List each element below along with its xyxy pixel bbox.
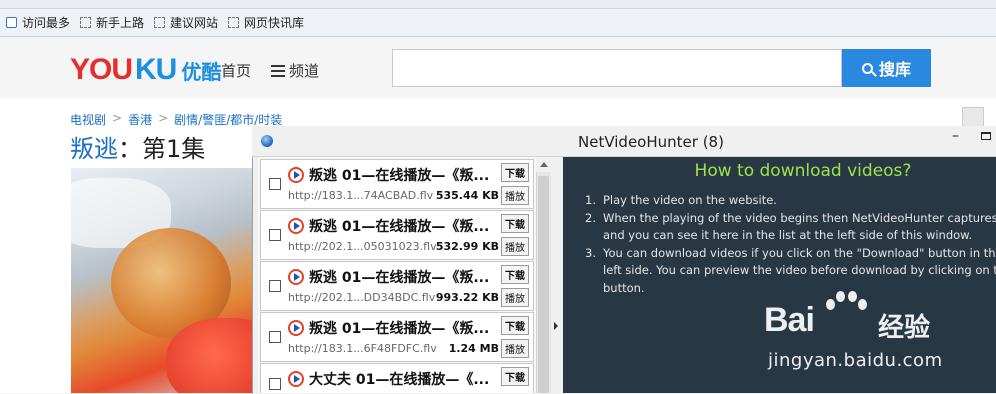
minimize-button[interactable]: – <box>952 128 959 144</box>
video-title: 叛逃 01—在线播放—《叛... <box>309 168 490 184</box>
play-icon <box>288 269 304 285</box>
play-button[interactable]: 播放 <box>501 288 529 307</box>
download-button[interactable]: 下载 <box>501 163 529 182</box>
select-checkbox[interactable] <box>269 378 281 390</box>
list-item: 叛逃 01—在线播放—《叛... http://183.1...6F48FDFC… <box>260 312 534 362</box>
list-item: 叛逃 01—在线播放—《叛... http://183.1...74ACBAD.… <box>260 159 534 209</box>
download-button[interactable]: 下载 <box>501 367 529 386</box>
nav-channel-label: 频道 <box>289 62 320 80</box>
help-step: 3. You can download videos if you click … <box>585 245 996 298</box>
play-button[interactable]: 播放 <box>501 237 529 256</box>
download-button[interactable]: 下载 <box>501 214 529 233</box>
help-step: 1. Play the video on the website. <box>585 192 996 210</box>
step-number: 1. <box>585 193 596 207</box>
bookmark-icon <box>154 17 166 28</box>
video-title: 大丈夫 01—在线播放—《... <box>309 372 490 388</box>
help-step: 2. When the playing of the video begins … <box>585 210 996 245</box>
select-checkbox[interactable] <box>269 229 281 241</box>
list-item: 叛逃 01—在线播放—《叛... http://202.1...05031023… <box>260 210 534 260</box>
breadcrumb: 电视剧 > 香港 > 剧情/警匪/都市/时装 <box>70 111 282 128</box>
bookmark-web-slice-gallery[interactable]: 网页快讯库 <box>228 14 304 31</box>
help-steps: 1. Play the video on the website. 2. Whe… <box>585 192 996 297</box>
play-icon <box>288 218 304 234</box>
play-icon <box>288 167 304 183</box>
list-item: 叛逃 01—在线播放—《叛... http://202.1...DD34BDC.… <box>260 261 534 311</box>
bookmark-label: 网页快讯库 <box>244 16 305 30</box>
breadcrumb-item[interactable]: 香港 <box>128 111 152 128</box>
play-icon <box>288 371 304 387</box>
maximize-button[interactable] <box>981 132 991 140</box>
video-size: 993.22 KB <box>435 291 499 304</box>
select-checkbox[interactable] <box>269 280 281 292</box>
logo-text-ku: KU <box>135 53 177 86</box>
video-title: 叛逃 01—在线播放—《叛... <box>309 219 490 235</box>
watermark-label: 经验 <box>878 313 931 343</box>
video-player[interactable] <box>71 168 252 393</box>
select-checkbox[interactable] <box>269 331 281 343</box>
search-input[interactable] <box>392 49 842 87</box>
download-button[interactable]: 下载 <box>501 265 529 284</box>
breadcrumb-item[interactable]: 电视剧 <box>70 111 106 128</box>
play-button[interactable]: 播放 <box>501 186 529 205</box>
step-text: Play the video on the website. <box>603 193 777 207</box>
list-item: 大丈夫 01—在线播放—《... 下载 <box>260 363 534 393</box>
bookmark-suggested-sites[interactable]: 建议网站 <box>154 14 218 31</box>
panel-splitter[interactable] <box>551 157 562 393</box>
step-text: You can download videos if you click on … <box>603 245 996 295</box>
video-url: http://202.1...DD34BDC.flv <box>288 291 436 304</box>
youku-logo[interactable]: YOU KU 优酷 <box>70 53 221 87</box>
episode-label: ：第1集 <box>118 135 206 163</box>
scroll-thumb[interactable] <box>538 176 549 393</box>
step-text: When the playing of the video begins the… <box>603 210 996 243</box>
bookmark-most-visited[interactable]: 访问最多 <box>6 14 70 31</box>
select-checkbox[interactable] <box>269 178 281 190</box>
video-title: 叛逃 01—在线播放—《叛... <box>309 321 490 337</box>
scroll-up-arrow-icon[interactable] <box>536 157 551 172</box>
bookmark-label: 访问最多 <box>22 16 71 30</box>
bookmarks-bar: 访问最多 新手上路 建议网站 网页快讯库 <box>0 9 996 37</box>
help-title: How to download videos? <box>694 161 912 181</box>
bookmark-getting-started[interactable]: 新手上路 <box>80 14 144 31</box>
video-url: http://202.1...05031023.flv <box>288 240 437 253</box>
watermark-url: jingyan.baidu.com <box>768 350 943 371</box>
bookmark-icon <box>80 17 92 28</box>
logo-text-cn: 优酷 <box>181 60 222 84</box>
step-number: 3. <box>585 245 596 260</box>
video-size: 535.44 KB <box>435 189 499 202</box>
menu-icon <box>271 64 285 77</box>
search-button[interactable]: 搜库 <box>842 49 931 87</box>
app-icon <box>261 135 273 147</box>
play-icon <box>288 320 304 336</box>
download-button[interactable]: 下载 <box>501 316 529 335</box>
nav-channel[interactable]: 频道 <box>271 60 319 81</box>
video-size: 1.24 MB <box>448 342 499 355</box>
breadcrumb-separator: > <box>158 111 169 125</box>
play-button[interactable]: 播放 <box>501 339 529 358</box>
browser-toolbar-strip <box>0 0 996 9</box>
step-number: 2. <box>585 210 596 225</box>
video-url: http://183.1...74ACBAD.flv <box>288 189 434 202</box>
watermark-logo: Bai <box>764 301 854 340</box>
video-size: 532.99 KB <box>435 240 499 253</box>
window-title: NetVideoHunter (8) <box>578 133 724 151</box>
bookmark-label: 建议网站 <box>170 16 219 30</box>
show-title-link[interactable]: 叛逃 <box>70 135 118 163</box>
search-button-label: 搜库 <box>878 60 911 79</box>
watermark-logo-text: Bai <box>764 301 815 339</box>
nav-home[interactable]: 首页 <box>221 60 251 81</box>
logo-text-you: YOU <box>70 53 133 86</box>
most-visited-icon <box>6 17 17 28</box>
bookmark-label: 新手上路 <box>96 16 145 30</box>
page-title: 叛逃：第1集 <box>70 129 205 164</box>
bookmark-icon <box>228 17 240 28</box>
search-icon <box>861 62 873 74</box>
splitter-arrow-icon[interactable] <box>554 322 558 330</box>
video-title: 叛逃 01—在线播放—《叛... <box>309 270 490 286</box>
video-url: http://183.1...6F48FDFC.flv <box>288 342 437 355</box>
breadcrumb-separator: > <box>112 111 123 125</box>
